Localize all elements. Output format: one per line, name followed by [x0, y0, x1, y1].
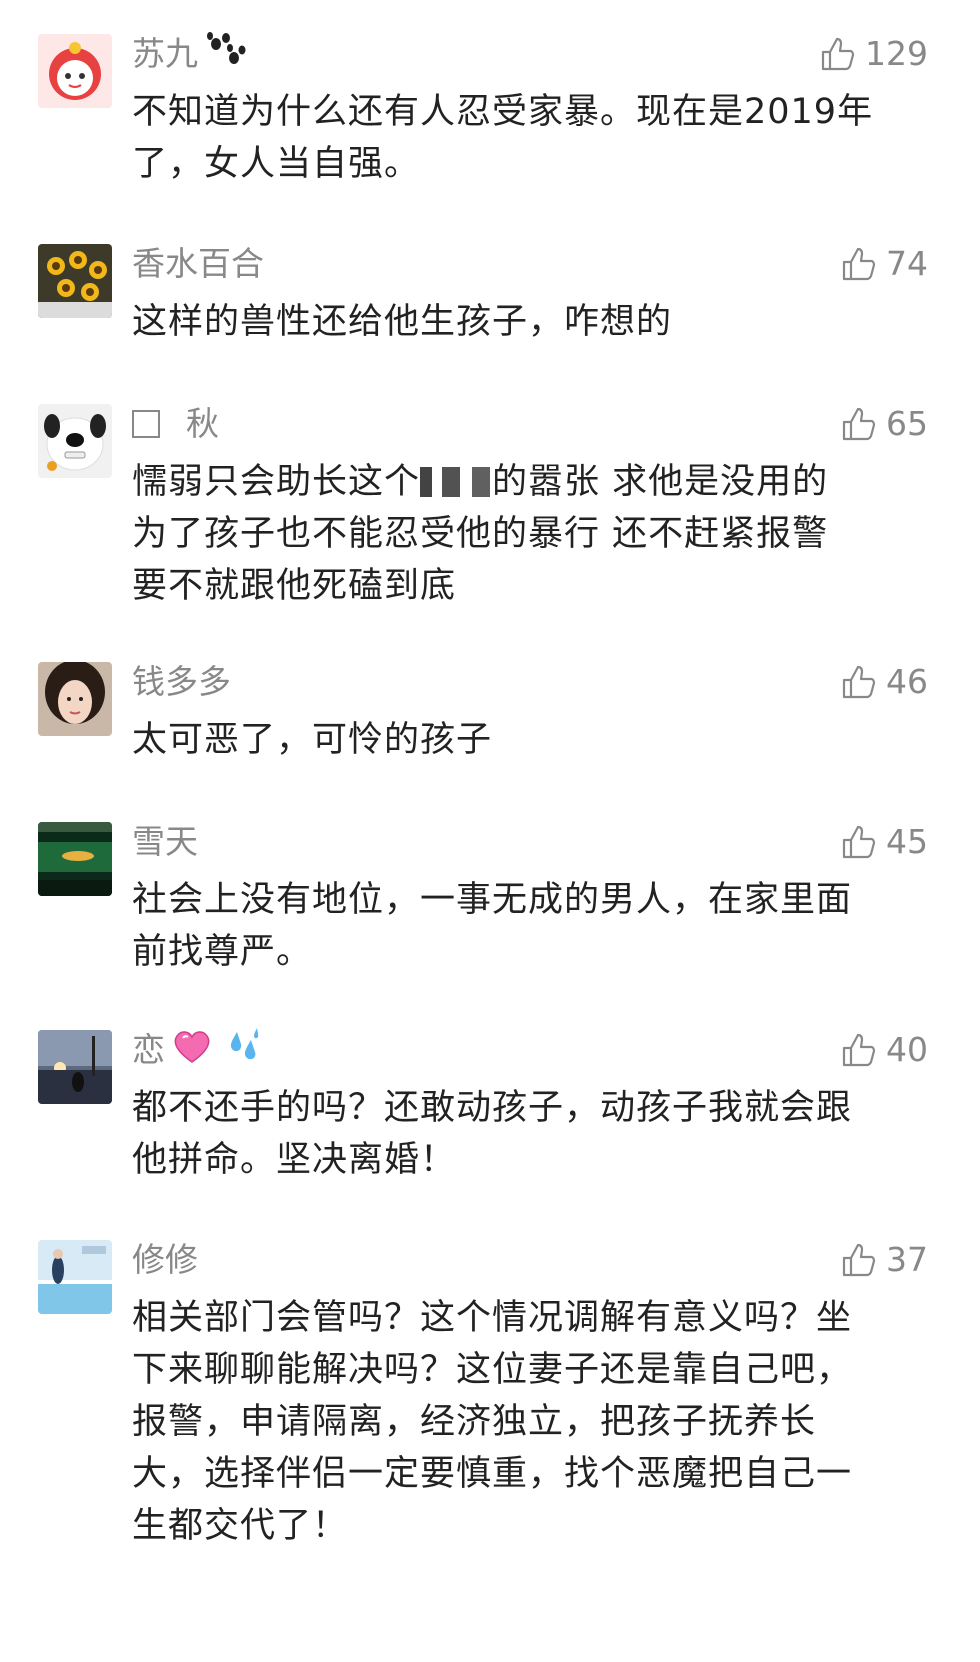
thumbs-up-icon: [840, 1241, 878, 1279]
like-count: 37: [886, 1240, 928, 1279]
comment-text: 太可恶了，可怜的孩子: [132, 720, 493, 760]
username-text: 雪天: [132, 822, 198, 861]
redacted-mosaic: [420, 467, 493, 497]
username[interactable]: 修修: [132, 1240, 198, 1280]
username[interactable]: 苏九: [132, 31, 248, 74]
like-button[interactable]: 46: [840, 662, 928, 702]
thumbs-up-icon: [840, 245, 878, 283]
thumbs-up-icon: [819, 35, 857, 73]
comment-text: 不知道为什么还有人忍受家暴。现在是2019年 了，女人当自强。: [132, 92, 874, 184]
like-button[interactable]: 45: [840, 822, 928, 862]
thumbs-up-icon: [840, 663, 878, 701]
like-count: 46: [886, 662, 928, 701]
username-text: 香水百合: [132, 244, 264, 283]
like-button[interactable]: 40: [840, 1030, 928, 1070]
username-text: 恋: [132, 1030, 165, 1069]
like-count: 129: [865, 34, 928, 73]
avatar[interactable]: [38, 404, 112, 478]
comment-text-part: 懦弱只会助长这个: [132, 462, 421, 502]
username-text: 钱多多: [132, 662, 231, 701]
comment-text: 这样的兽性还给他生孩子，咋想的: [132, 302, 673, 342]
avatar[interactable]: [38, 244, 112, 318]
thumbs-up-icon: [840, 1031, 878, 1069]
like-count: 40: [886, 1030, 928, 1069]
avatar[interactable]: [38, 1030, 112, 1104]
avatar[interactable]: [38, 662, 112, 736]
comment-text: 都不还手的吗？还敢动孩子，动孩子我就会跟 他拼命。坚决离婚！: [132, 1088, 853, 1180]
username-text: 修修: [132, 1240, 198, 1279]
like-button[interactable]: 74: [840, 244, 928, 284]
like-count: 45: [886, 822, 928, 861]
like-button[interactable]: 65: [840, 404, 928, 444]
comment-text: 相关部门会管吗？这个情况调解有意义吗？坐 下来聊聊能解决吗？这位妻子还是靠自己吧…: [132, 1298, 853, 1546]
avatar[interactable]: [38, 822, 112, 896]
username-text: 秋: [186, 404, 219, 443]
sweat-droplets-icon: [223, 1026, 265, 1075]
username[interactable]: 钱多多: [132, 662, 231, 702]
username-text: 苏九: [132, 34, 198, 73]
checkbox-square-icon: [132, 410, 160, 438]
thumbs-up-icon: [840, 823, 878, 861]
thumbs-up-icon: [840, 405, 878, 443]
comment-text: 懦弱只会助长这个 的嚣张 求他是没用的 为了孩子也不能忍受他的暴行 还不赶紧报警 …: [132, 456, 932, 612]
paw-prints-icon: [204, 30, 248, 79]
comment-text: 社会上没有地位，一事无成的男人，在家里面 前找尊严。: [132, 880, 853, 972]
username[interactable]: 秋: [132, 404, 219, 444]
like-count: 74: [886, 244, 928, 283]
avatar[interactable]: [38, 34, 112, 108]
username[interactable]: 雪天: [132, 822, 198, 862]
like-button[interactable]: 37: [840, 1240, 928, 1280]
pink-heart-icon: [171, 1026, 213, 1075]
username[interactable]: 香水百合: [132, 244, 264, 284]
like-button[interactable]: 129: [819, 34, 928, 74]
like-count: 65: [886, 404, 928, 443]
avatar[interactable]: [38, 1240, 112, 1314]
username[interactable]: 恋: [132, 1027, 265, 1070]
